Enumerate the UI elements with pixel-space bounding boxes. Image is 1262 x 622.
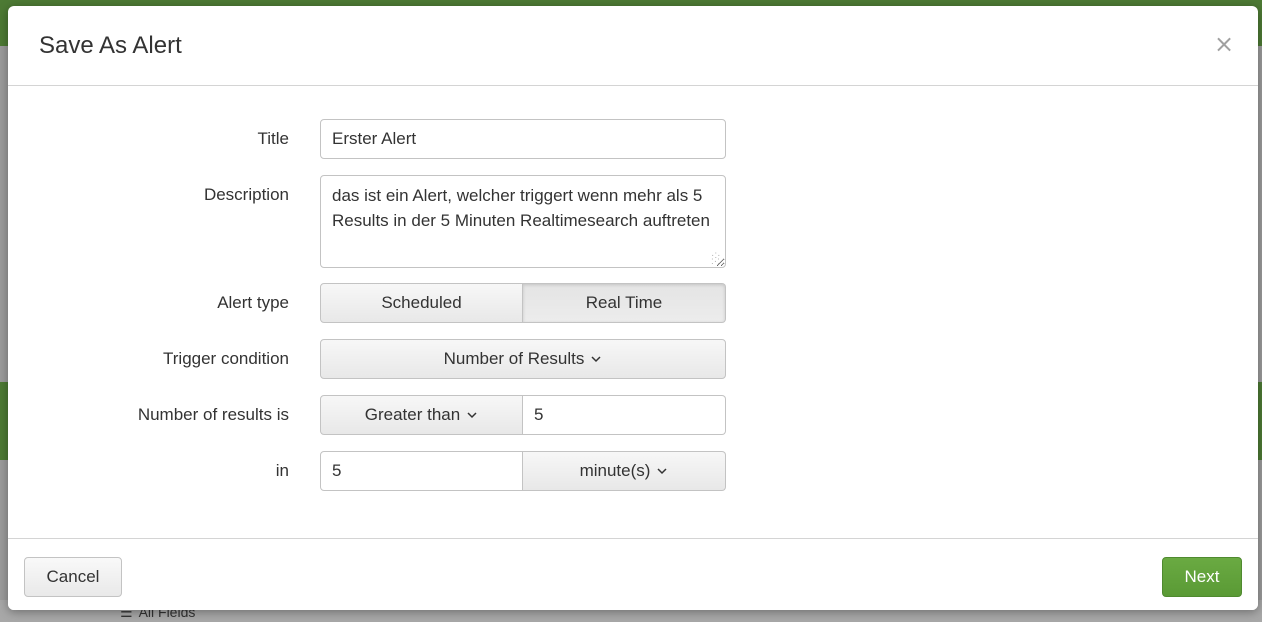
title-row: Title [8, 119, 1258, 159]
alert-type-scheduled-button[interactable]: Scheduled [320, 283, 523, 323]
number-of-results-row: Number of results is Greater than [8, 395, 1258, 435]
alert-type-row: Alert type Scheduled Real Time [8, 283, 1258, 323]
save-as-alert-modal: Save As Alert × Title Description das is… [8, 6, 1258, 610]
trigger-condition-label: Trigger condition [163, 349, 289, 368]
window-unit-value: minute(s) [579, 461, 651, 480]
comparison-value: Greater than [364, 405, 461, 424]
description-label: Description [203, 185, 289, 204]
alert-type-label: Alert type [217, 293, 289, 312]
alert-type-toggle: Scheduled Real Time [320, 283, 726, 323]
title-label: Title [257, 129, 290, 148]
trigger-condition-row: Trigger condition Number of Results [8, 339, 1258, 379]
window-input[interactable] [320, 451, 523, 491]
next-button[interactable]: Next [1162, 557, 1242, 597]
window-unit-dropdown[interactable]: minute(s) [523, 451, 726, 491]
chevron-down-icon [466, 409, 478, 421]
modal-title: Save As Alert [39, 32, 182, 59]
alert-type-realtime-button[interactable]: Real Time [523, 283, 726, 323]
close-icon: × [1213, 30, 1235, 58]
trigger-condition-dropdown[interactable]: Number of Results [320, 339, 726, 379]
close-button[interactable]: × [1212, 32, 1236, 56]
modal-body: Title Description das ist ein Alert, wel… [8, 86, 1258, 538]
description-textarea[interactable]: das ist ein Alert, welcher triggert wenn… [320, 175, 726, 268]
description-row: Description das ist ein Alert, welcher t… [8, 175, 1258, 268]
chevron-down-icon [656, 465, 668, 477]
modal-header: Save As Alert × [8, 6, 1258, 86]
chevron-down-icon [590, 353, 602, 365]
title-input[interactable] [320, 119, 726, 159]
in-row: in minute(s) [8, 451, 1258, 491]
modal-footer: Cancel Next [8, 538, 1258, 610]
number-of-results-label: Number of results is [137, 405, 289, 424]
threshold-input[interactable] [523, 395, 726, 435]
comparison-dropdown[interactable]: Greater than [320, 395, 523, 435]
in-label: in [275, 461, 289, 480]
cancel-button[interactable]: Cancel [24, 557, 122, 597]
trigger-condition-value: Number of Results [443, 349, 585, 368]
